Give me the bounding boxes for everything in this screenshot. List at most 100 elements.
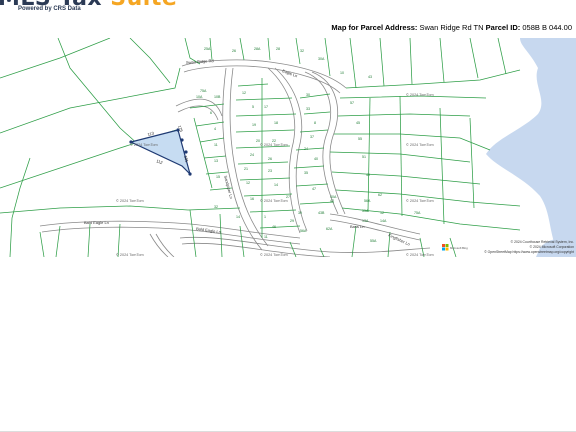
subject-parcel[interactable] [129,129,192,177]
lot-label: 13 [214,159,218,163]
lot-label: 15 [216,175,220,179]
lot-label: 10B [214,95,221,99]
watermark-text: © 2024 TomTom [406,199,434,203]
lot-label: 14 [236,215,240,219]
attribution-crs: © 2024 Courthouse Retrieval System, Inc. [511,240,574,244]
lot-label: 62 [378,193,382,197]
map-canvas[interactable]: 113 181 112 175 Swan Ridge Rd Eagle Ln B… [0,38,576,257]
lot-label: 28 [276,47,280,51]
map-attribution: © 2024 Courthouse Retrieval System, Inc.… [484,240,574,254]
road-label-kingfisher: Kingfisher Ln [388,232,411,246]
attribution-osm: © OpenStreetMap https://www.openstreetma… [484,250,574,254]
parcel-id-label: Parcel ID: [485,23,521,32]
watermark-text: © 2024 TomTom [406,143,434,147]
lot-label: 37 [310,135,314,139]
road-label-bass: Bass Ln [350,224,364,229]
ms-logo-text: Microsoft Bing [450,246,468,250]
lot-label: 57 [350,101,354,105]
attribution-microsoft: © 2024 Microsoft Corporation [530,245,574,249]
lot-label: 16 [250,197,254,201]
watermark-text: © 2024 TomTom [116,199,144,203]
parcel-vertex-marker [188,172,192,176]
watermark-text: © 2024 TomTom [406,93,434,97]
lot-label: 6 [210,111,212,115]
logo-tagline: Powered by CRS Data [18,6,81,12]
lot-label: 32 [214,205,218,209]
parcel-id: 058B B 044.00 [522,23,572,32]
lot-label: 75A [200,89,207,93]
lot-label: 19 [252,123,256,127]
lot-label: 55 [358,137,362,141]
lot-label: 49 [366,173,370,177]
lot-label: 45 [356,121,360,125]
lot-label: 56A [364,199,371,203]
lot-label: 12 [380,211,384,215]
lot-label: 42 [330,199,334,203]
lot-label: 12 [246,181,250,185]
lot-label: 33 [306,107,310,111]
lot-label: 29 [290,219,294,223]
lot-label: 46 [272,225,276,229]
watermark-text: © 2024 TomTom [406,253,434,257]
watermark-text: © 2024 TomTom [260,143,288,147]
lot-label: 55A [370,239,377,243]
parcel-address: Swan Ridge Rd TN [419,23,484,32]
lot-label: 51 [362,155,366,159]
lot-label: 8 [314,121,316,125]
parcel-dim-label: 112 [156,158,164,165]
road-network [39,59,431,257]
parcel-vertex-marker [184,150,188,154]
lot-label: 13A [362,219,369,223]
lake-water [486,38,576,257]
app-logo: MLS Tax Suite Powered by CRS Data [0,0,200,16]
lot-label: 43B [318,211,325,215]
lot-label: 24 [250,153,254,157]
lot-label: 11 [264,235,268,239]
watermark-text: © 2024 TomTom [130,143,158,147]
parcel-map[interactable]: 113 181 112 175 Swan Ridge Rd Eagle Ln B… [0,38,576,257]
lot-label: 24 [304,147,308,151]
road-label-eagle: Eagle Ln [282,68,299,78]
lot-label: 39 [298,211,302,215]
lot-label: 25A [204,47,211,51]
lot-label: 11 [214,143,218,147]
lot-label: 4 [214,127,216,131]
watermark-text: © 2024 TomTom [260,253,288,257]
lot-label: 40A [330,195,337,199]
logo-title-accent: Suite [110,0,177,11]
map-header: Map for Parcel Address: Swan Ridge Rd TN… [331,23,572,32]
lot-label: 30 [306,93,310,97]
lot-label: 10 [340,71,344,75]
watermark-text: © 2024 TomTom [260,199,288,203]
lot-label: 14A [380,219,387,223]
watermark-text: © 2024 TomTom [116,253,144,257]
lot-label: 26 [232,49,236,53]
lot-label: 75A [414,211,421,215]
microsoft-logo: Microsoft Bing [442,244,468,251]
lot-label: 32 [300,49,304,53]
parcel-vertex-marker [180,138,184,142]
road-label-swan-ridge: Swan Ridge Rd [186,58,214,65]
lot-label: 14 [274,183,278,187]
lot-label: 62A [326,227,333,231]
lot-label: 35 [304,171,308,175]
header-prefix: Map for Parcel Address: [331,23,418,32]
lot-label: 21 [244,167,248,171]
lot-label: 30A [318,57,325,61]
parcel-lines [0,38,521,257]
lot-label: 47 [312,187,316,191]
lot-label: 43 [368,75,372,79]
lot-label: 5 [252,105,254,109]
lot-label: 26 [268,157,272,161]
lot-label: 55A [362,209,369,213]
lot-label: 56A [300,229,307,233]
lot-label: 23 [268,169,272,173]
road-label-bald-eagle: Bald Eagle Ln [84,220,109,225]
lot-label: 17 [264,105,268,109]
lot-label: 1 [264,215,266,219]
lot-label: 10A [196,95,203,99]
lot-label: 12 [242,91,246,95]
lot-label: 40 [314,157,318,161]
lot-label: 28A [254,47,261,51]
lot-label: 18 [274,121,278,125]
